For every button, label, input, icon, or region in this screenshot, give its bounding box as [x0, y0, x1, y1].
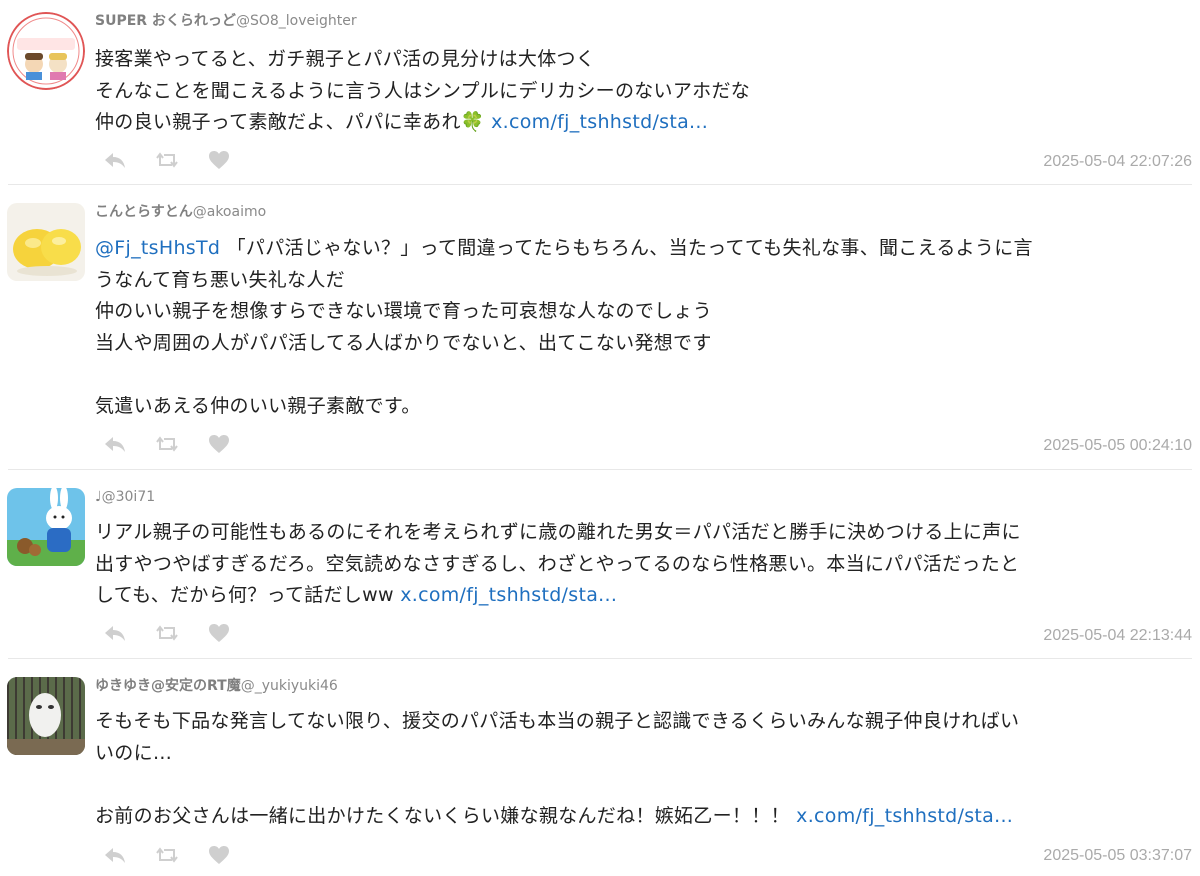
- text-line: 仲のいい親子を想像すらできない環境で育った可哀想な人なのでしょう: [95, 300, 713, 322]
- mention-link[interactable]: @Fj_tsHhsTd: [95, 237, 220, 259]
- text-line: うなんて育ち悪い失礼な人だ: [95, 268, 345, 291]
- reply-icon: [105, 848, 125, 863]
- heart-icon: [209, 624, 229, 642]
- like-button[interactable]: [208, 843, 260, 867]
- divider: [8, 658, 1192, 659]
- retweet-icon: [156, 152, 178, 168]
- author-handle[interactable]: @30i71: [102, 489, 156, 505]
- tweet-header: ゆきゆき@安定のRT魔@_yukiyuki46: [95, 677, 338, 695]
- reply-icon: [105, 153, 125, 168]
- tweet-actions: [104, 843, 260, 867]
- heart-icon: [209, 151, 229, 169]
- author-name[interactable]: ゆきゆき@安定のRT魔: [95, 678, 241, 694]
- text-line: [95, 769, 1190, 801]
- like-button[interactable]: [208, 432, 260, 456]
- heart-icon: [209, 435, 229, 453]
- avatar[interactable]: [7, 677, 85, 755]
- reply-button[interactable]: [104, 843, 156, 867]
- tweet-text: 接客業やってると、ガチ親子とパパ活の見分けは大体つく そんなことを聞こえるように…: [95, 44, 1190, 139]
- retweet-icon: [156, 625, 178, 641]
- tweet-header: ♩@30i71: [95, 488, 155, 506]
- tweet-link[interactable]: x.com/fj_tshhstd/sta...: [491, 111, 708, 133]
- text-line: お前のお父さんは一緒に出かけたくないくらい嫌な親なんだね！嫉妬乙ー！！！ x.c…: [95, 804, 1014, 827]
- reply-icon: [105, 626, 125, 641]
- author-name[interactable]: ♩: [95, 489, 102, 505]
- timestamp[interactable]: 2025-05-05 00:24:10: [1043, 437, 1192, 455]
- text-line: 当人や周囲の人がパパ活してる人ばかりでないと、出てこない発想です: [95, 331, 712, 354]
- tweet-text: リアル親子の可能性もあるのにそれを考えられずに歳の離れた男女＝パパ活だと勝手に決…: [95, 517, 1190, 612]
- like-button[interactable]: [208, 148, 260, 172]
- text-line: 出すやつやばすぎるだろ。空気読めなさすぎるし、わざとやってるのなら性格悪い。本当…: [95, 552, 1020, 575]
- tweet-link[interactable]: x.com/fj_tshhstd/sta...: [796, 805, 1013, 827]
- author-handle[interactable]: @akoaimo: [193, 204, 266, 220]
- reply-button[interactable]: [104, 432, 156, 456]
- divider: [8, 469, 1192, 470]
- heart-icon: [209, 846, 229, 864]
- text-line: 仲の良い親子って素敵だよ、パパに幸あれ🍀 x.com/fj_tshhstd/st…: [95, 111, 709, 133]
- text-line: しても、だから何？って話だしww x.com/fj_tshhstd/sta...: [95, 584, 618, 606]
- retweet-button[interactable]: [156, 621, 208, 645]
- text-line: 接客業やってると、ガチ親子とパパ活の見分けは大体つく: [95, 48, 596, 70]
- tweet-header: こんとらすとん@akoaimo: [95, 203, 266, 221]
- divider: [8, 184, 1192, 185]
- tweet-actions: [104, 621, 260, 645]
- reply-button[interactable]: [104, 148, 156, 172]
- retweet-button[interactable]: [156, 148, 208, 172]
- timestamp[interactable]: 2025-05-04 22:07:26: [1043, 153, 1192, 171]
- like-button[interactable]: [208, 621, 260, 645]
- retweet-icon: [156, 847, 178, 863]
- retweet-icon: [156, 436, 178, 452]
- retweet-button[interactable]: [156, 432, 208, 456]
- timestamp[interactable]: 2025-05-04 22:13:44: [1043, 627, 1192, 645]
- avatar[interactable]: [7, 12, 85, 90]
- text-line: そんなことを聞こえるように言う人はシンプルにデリカシーのないアホだな: [95, 79, 751, 102]
- reply-button[interactable]: [104, 621, 156, 645]
- retweet-button[interactable]: [156, 843, 208, 867]
- avatar[interactable]: [7, 203, 85, 281]
- text-line: そもそも下品な発言してない限り、援交のパパ活も本当の親子と認識できるくらいみんな…: [95, 710, 1020, 732]
- author-name[interactable]: SUPER おくられっど: [95, 13, 236, 29]
- author-handle[interactable]: @_yukiyuki46: [241, 678, 338, 694]
- text-line: 気遣いあえる仲のいい親子素敵です。: [95, 394, 421, 417]
- text-line: いのに…: [95, 741, 173, 764]
- text-line: @Fj_tsHhsTd 「パパ活じゃない？」って間違ってたらもちろん、当たってて…: [95, 237, 1033, 259]
- author-name[interactable]: こんとらすとん: [95, 204, 193, 220]
- timestamp[interactable]: 2025-05-05 03:37:07: [1043, 847, 1192, 865]
- avatar[interactable]: [7, 488, 85, 566]
- clover-emoji: 🍀: [460, 111, 485, 133]
- tweet-text: @Fj_tsHhsTd 「パパ活じゃない？」って間違ってたらもちろん、当たってて…: [95, 233, 1190, 422]
- reply-icon: [105, 437, 125, 452]
- tweet-text: そもそも下品な発言してない限り、援交のパパ活も本当の親子と認識できるくらいみんな…: [95, 706, 1190, 832]
- tweet-link[interactable]: x.com/fj_tshhstd/sta...: [400, 584, 617, 606]
- tweet-actions: [104, 432, 260, 456]
- text-line: リアル親子の可能性もあるのにそれを考えられずに歳の離れた男女＝パパ活だと勝手に決…: [95, 521, 1021, 543]
- tweet-actions: [104, 148, 260, 172]
- tweet-header: SUPER おくられっど@SO8_loveighter: [95, 12, 357, 30]
- text-line: [95, 359, 1190, 391]
- author-handle[interactable]: @SO8_loveighter: [236, 13, 357, 29]
